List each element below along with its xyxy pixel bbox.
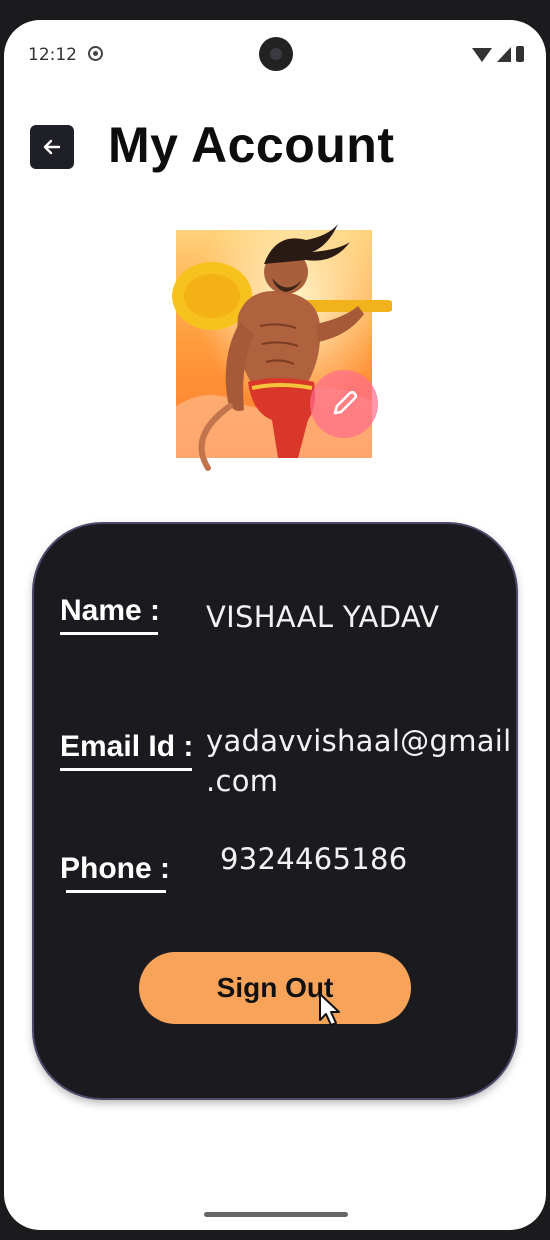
wifi-icon [472, 48, 492, 62]
phone-value: 9324465186 [220, 842, 408, 876]
mouse-cursor-icon [319, 993, 340, 1026]
signal-icon [497, 47, 511, 62]
phone-label-underline [66, 890, 166, 893]
phone-label: Phone : [60, 852, 170, 885]
home-indicator[interactable] [204, 1212, 348, 1217]
avatar-illustration [172, 224, 394, 471]
edit-avatar-button[interactable] [310, 370, 378, 438]
arrow-left-icon [43, 139, 61, 155]
status-bar: 12:12 [4, 20, 546, 90]
email-value-line1: yadavvishaal@gmail [206, 724, 512, 758]
battery-icon [516, 46, 524, 62]
name-label: Name : [60, 594, 161, 627]
app-notification-icon [88, 46, 103, 61]
name-value: VISHAAL YADAV [206, 600, 440, 634]
name-label-underline [60, 632, 158, 635]
email-label-underline [60, 768, 192, 771]
back-button[interactable] [30, 125, 74, 169]
phone-screen: 12:12 My Account Name: VISHAAL YADAV Em… [4, 20, 546, 1230]
account-details-card: Name : VISHAAL YADAV Email Id : yadavvis… [34, 524, 516, 1098]
page-title: My Account [108, 117, 395, 173]
pencil-icon [333, 390, 358, 415]
email-label: Email Id : [60, 730, 194, 763]
front-camera [259, 37, 293, 71]
status-indicators [472, 44, 524, 62]
sign-out-button[interactable]: Sign Out [139, 952, 411, 1024]
status-time: 12:12 [28, 45, 77, 65]
profile-avatar [168, 206, 394, 482]
email-value-line2: .com [206, 764, 279, 798]
